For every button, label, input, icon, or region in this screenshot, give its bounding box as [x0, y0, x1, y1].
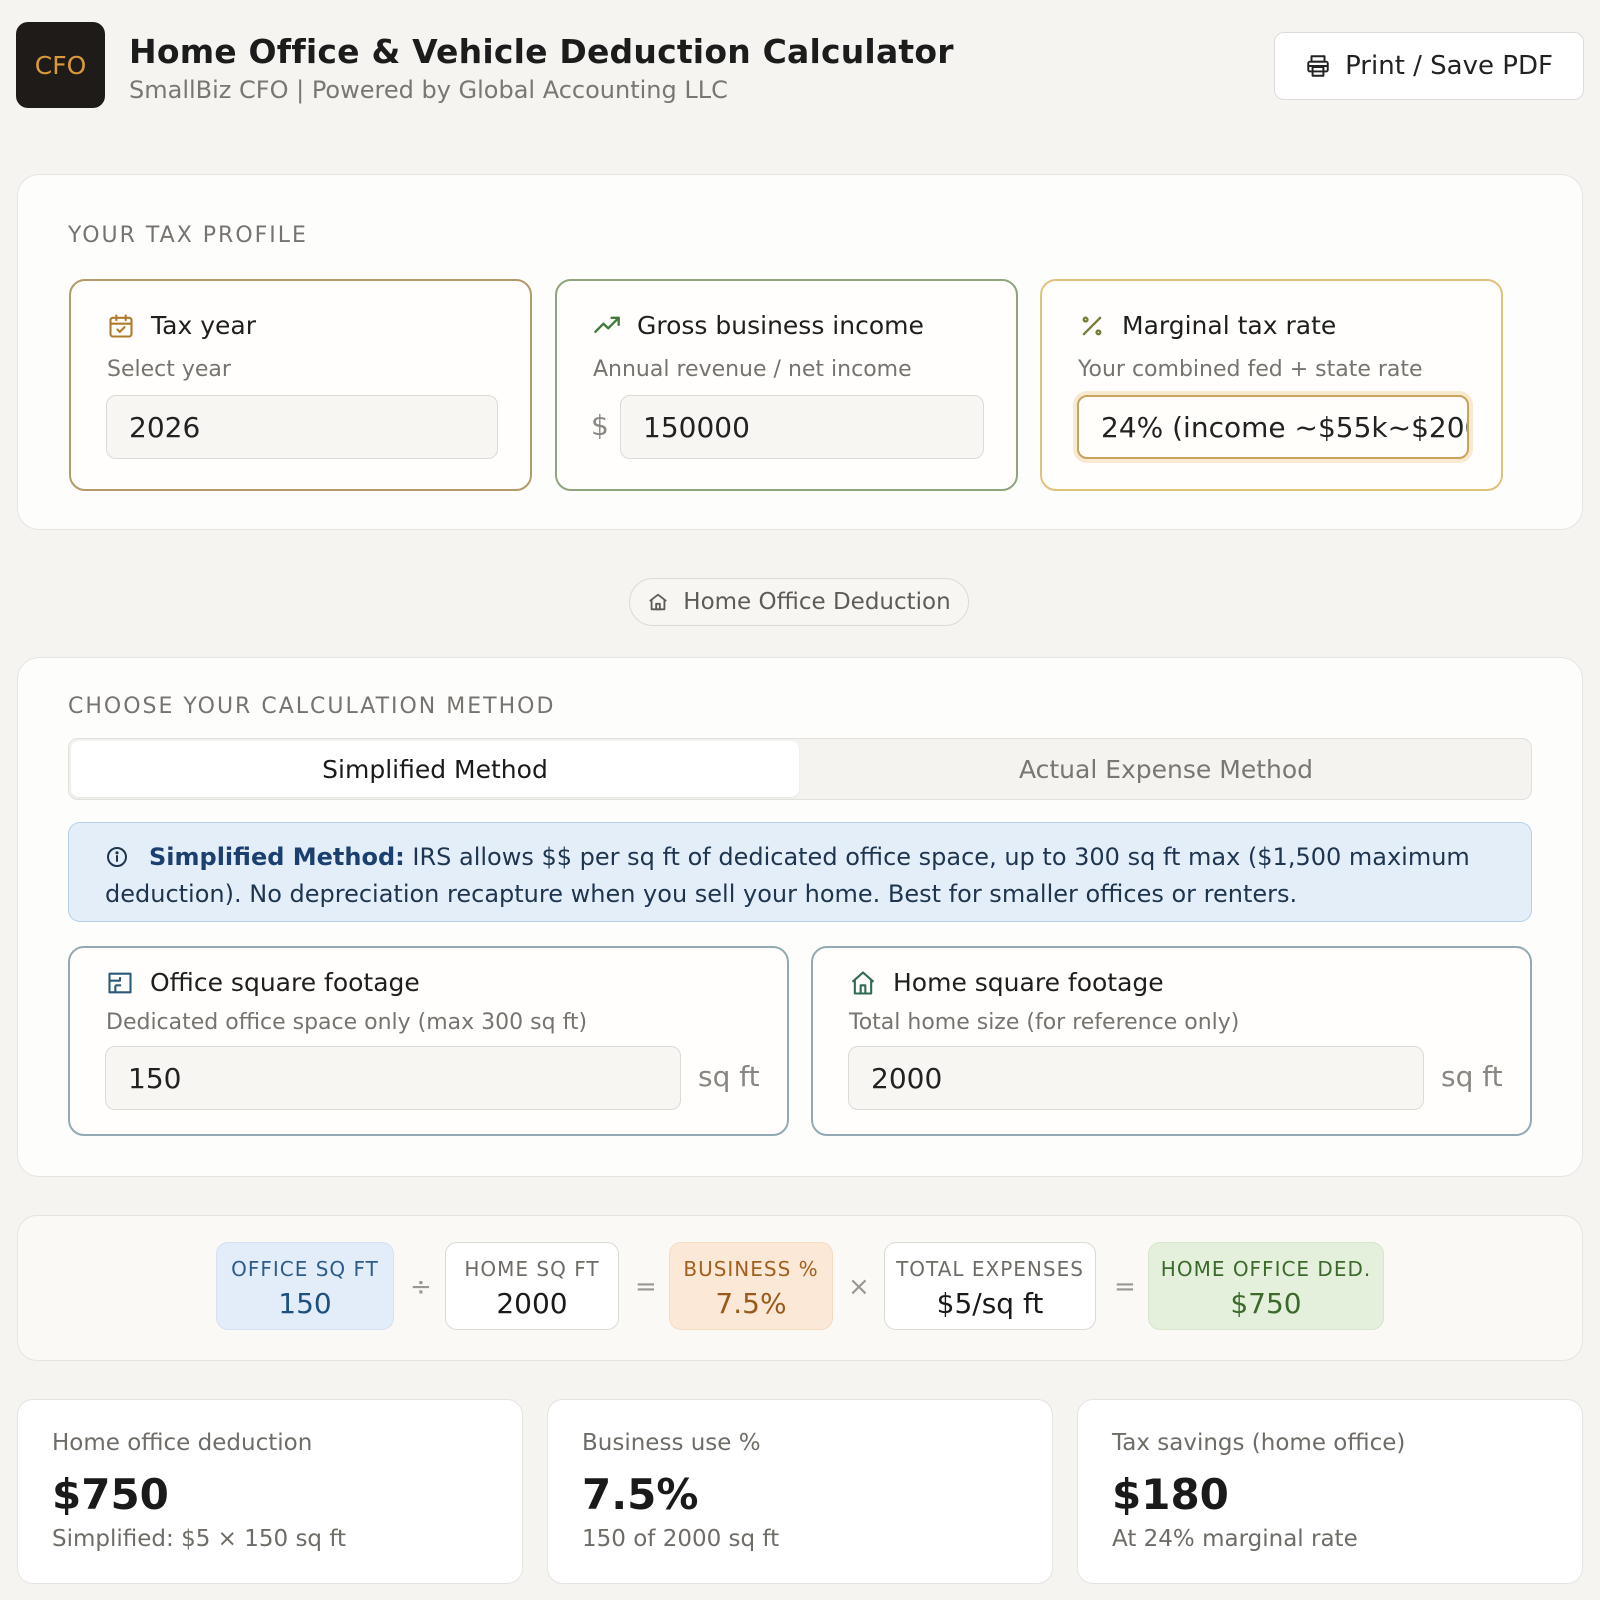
simplified-method-info-banner: Simplified Method: IRS allows $$ per sq …: [68, 822, 1532, 922]
method-tabs: Simplified Method Actual Expense Method: [68, 738, 1532, 800]
business-percent-chip-key: BUSINESS %: [683, 1257, 819, 1281]
app-header: CFO Home Office & Vehicle Deduction Calc…: [16, 22, 1584, 112]
home-icon: [649, 593, 668, 611]
office-sqft-description: Dedicated office space only (max 300 sq …: [106, 1010, 588, 1035]
floorplan-icon: [108, 972, 132, 993]
trending-up-icon: [594, 316, 620, 333]
office-sqft-header: Office square footage: [106, 968, 420, 997]
home-sqft-title: Home square footage: [893, 968, 1164, 997]
gross-income-title: Gross business income: [637, 311, 924, 340]
home-office-deduction-chip-value: $750: [1230, 1287, 1302, 1320]
home-sqft-unit: sq ft: [1441, 1060, 1503, 1093]
tax-year-description: Select year: [107, 357, 231, 382]
tax-profile-section-label: YOUR TAX PROFILE: [68, 223, 308, 248]
formula-breakdown: OFFICE SQ FT 150 ÷ HOME SQ FT 2000 = BUS…: [17, 1215, 1583, 1361]
office-sqft-chip-value: 150: [278, 1287, 332, 1320]
home-office-section-pill: Home Office Deduction: [629, 578, 969, 626]
equals-operator-2: =: [1114, 1272, 1136, 1302]
calculation-method-card: CHOOSE YOUR CALCULATION METHOD Simplifie…: [17, 657, 1583, 1177]
home-sqft-input[interactable]: 2000: [848, 1046, 1424, 1110]
logo: CFO: [16, 22, 105, 108]
home-sqft-header: Home square footage: [849, 968, 1164, 997]
info-title: Simplified Method:: [149, 843, 405, 871]
home-office-deduction-chip-key: HOME OFFICE DED.: [1160, 1257, 1372, 1281]
marginal-rate-header: Marginal tax rate: [1078, 311, 1336, 340]
multiply-operator: ×: [848, 1272, 870, 1302]
print-save-pdf-button[interactable]: Print / Save PDF: [1274, 32, 1584, 100]
stat-label: Tax savings (home office): [1112, 1430, 1406, 1456]
home-sqft-field: Home square footage Total home size (for…: [811, 946, 1532, 1136]
total-expenses-chip-value: $5/sq ft: [936, 1287, 1044, 1320]
stat-home-office-deduction: Home office deduction $750 Simplified: $…: [17, 1399, 523, 1584]
tab-actual-expense-method[interactable]: Actual Expense Method: [801, 741, 1531, 797]
office-sqft-unit: sq ft: [698, 1060, 760, 1093]
tab-simplified-method[interactable]: Simplified Method: [71, 741, 799, 797]
gross-income-description: Annual revenue / net income: [593, 357, 912, 382]
info-icon: [107, 847, 127, 867]
home-sqft-chip: HOME SQ FT 2000: [445, 1242, 619, 1330]
tax-year-title: Tax year: [151, 311, 256, 340]
tax-year-select[interactable]: 2026: [106, 395, 498, 459]
tax-year-header: Tax year: [107, 311, 256, 340]
method-section-label: CHOOSE YOUR CALCULATION METHOD: [68, 694, 556, 719]
house-icon: [851, 970, 875, 995]
gross-income-input[interactable]: 150000: [620, 395, 984, 459]
stat-label: Home office deduction: [52, 1430, 313, 1456]
calendar-icon: [109, 313, 133, 338]
stat-value: 7.5%: [582, 1470, 699, 1519]
stat-label: Business use %: [582, 1430, 761, 1456]
office-sqft-chip: OFFICE SQ FT 150: [216, 1242, 394, 1330]
home-sqft-chip-key: HOME SQ FT: [464, 1257, 600, 1281]
print-button-label: Print / Save PDF: [1345, 51, 1553, 81]
office-sqft-input[interactable]: 150: [105, 1046, 681, 1110]
stat-value: $180: [1112, 1470, 1229, 1519]
equals-operator: =: [635, 1272, 657, 1302]
marginal-rate-select[interactable]: 24% (income ~$55k~$200!: [1077, 395, 1469, 459]
gross-income-header: Gross business income: [593, 311, 924, 340]
stat-subtext: 150 of 2000 sq ft: [582, 1526, 780, 1552]
divide-operator: ÷: [410, 1272, 432, 1302]
business-percent-chip-value: 7.5%: [715, 1287, 787, 1320]
gross-income-field: Gross business income Annual revenue / n…: [555, 279, 1018, 491]
tax-profile-card: YOUR TAX PROFILE Tax year Select year 20…: [17, 174, 1583, 530]
percent-icon: [1082, 316, 1102, 335]
stat-value: $750: [52, 1470, 169, 1519]
total-expenses-chip: TOTAL EXPENSES $5/sq ft: [884, 1242, 1096, 1330]
office-sqft-title: Office square footage: [150, 968, 420, 997]
page-subtitle: SmallBiz CFO | Powered by Global Account…: [129, 76, 728, 104]
dollar-prefix: $: [591, 409, 609, 442]
total-expenses-chip-key: TOTAL EXPENSES: [896, 1257, 1084, 1281]
stat-business-use-percent: Business use % 7.5% 150 of 2000 sq ft: [547, 1399, 1053, 1584]
marginal-rate-field: Marginal tax rate Your combined fed + st…: [1040, 279, 1503, 491]
home-sqft-description: Total home size (for reference only): [849, 1010, 1240, 1035]
office-sqft-chip-key: OFFICE SQ FT: [231, 1257, 379, 1281]
home-office-pill-label: Home Office Deduction: [683, 589, 951, 615]
page-title: Home Office & Vehicle Deduction Calculat…: [129, 32, 954, 71]
office-sqft-field: Office square footage Dedicated office s…: [68, 946, 789, 1136]
stat-subtext: At 24% marginal rate: [1112, 1526, 1358, 1552]
tax-year-field: Tax year Select year 2026: [69, 279, 532, 491]
printer-icon: [1307, 55, 1329, 77]
marginal-rate-description: Your combined fed + state rate: [1078, 357, 1423, 382]
home-office-deduction-chip: HOME OFFICE DED. $750: [1148, 1242, 1384, 1330]
business-percent-chip: BUSINESS % 7.5%: [669, 1242, 833, 1330]
stat-tax-savings: Tax savings (home office) $180 At 24% ma…: [1077, 1399, 1583, 1584]
home-sqft-chip-value: 2000: [496, 1287, 568, 1320]
marginal-rate-title: Marginal tax rate: [1122, 311, 1337, 340]
stat-subtext: Simplified: $5 × 150 sq ft: [52, 1526, 347, 1552]
